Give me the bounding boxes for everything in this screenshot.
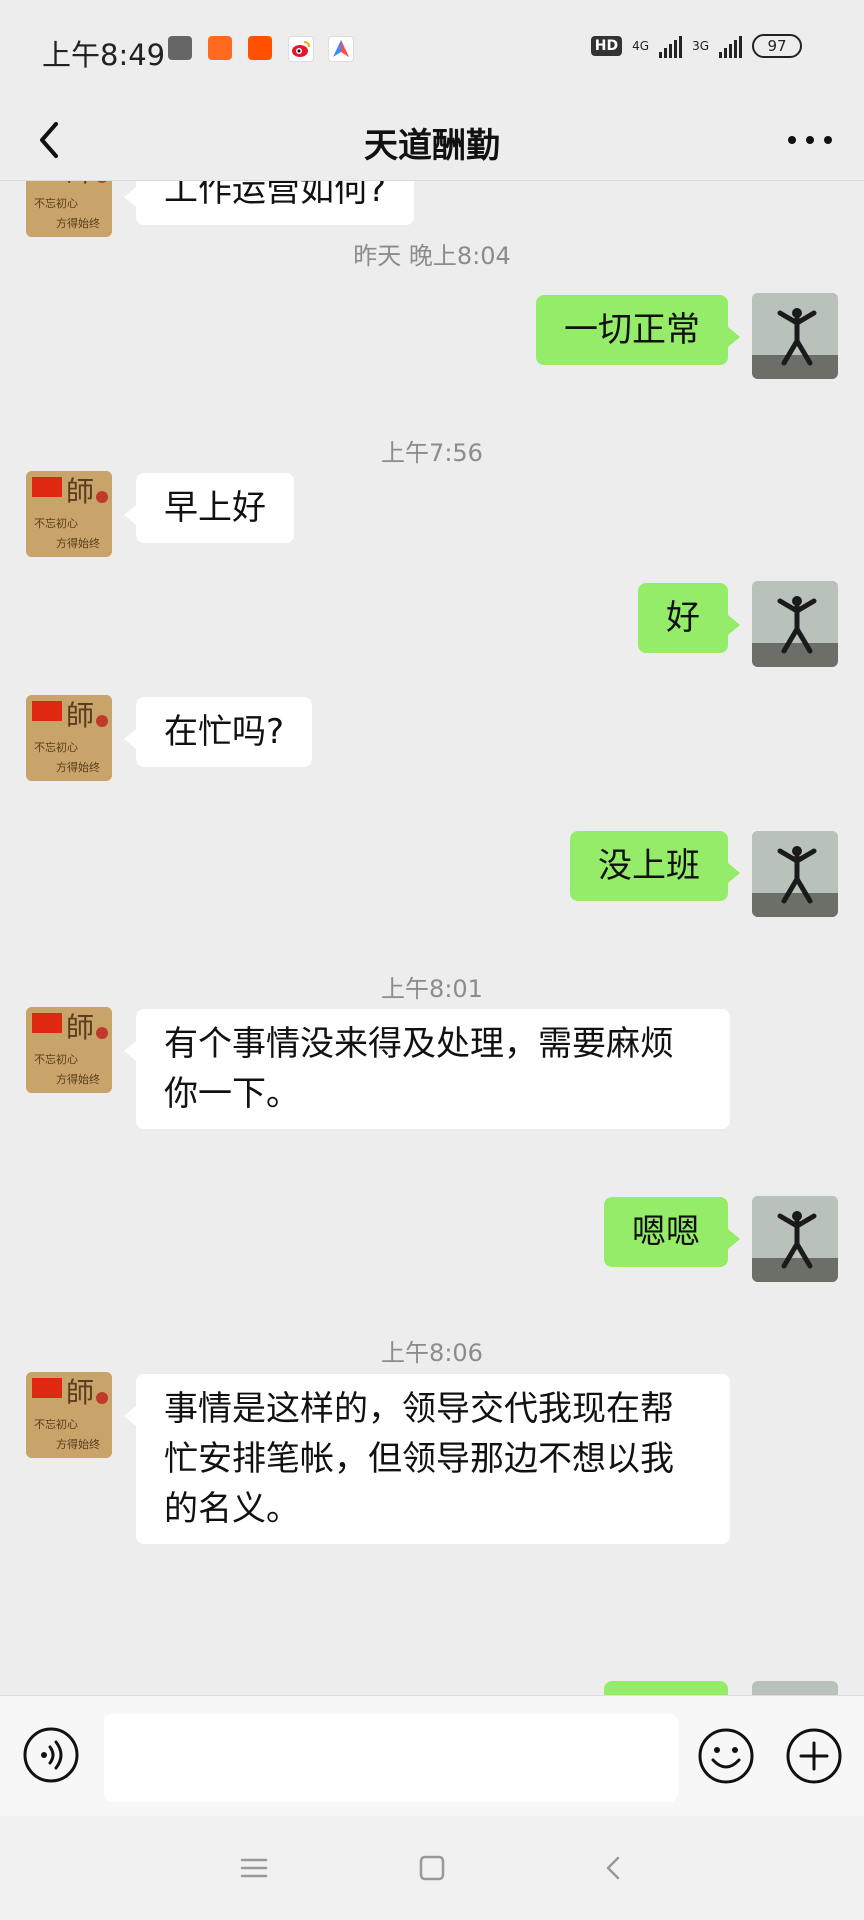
signal-bars-icon	[659, 34, 683, 58]
timestamp: 上午7:56	[381, 439, 483, 467]
my-avatar[interactable]	[752, 581, 838, 667]
voice-icon	[23, 1727, 79, 1783]
svg-text:師: 師	[66, 699, 94, 732]
message-bubble-incoming[interactable]: 在忙吗?	[123, 697, 313, 767]
my-avatar[interactable]	[752, 293, 838, 379]
contact-avatar[interactable]: 師不忘初心方得始终	[26, 1372, 112, 1458]
timestamp: 昨天 晚上8:04	[353, 242, 511, 270]
emoji-icon	[698, 1728, 754, 1784]
hd-badge: HD	[590, 36, 623, 56]
my-avatar-partial[interactable]	[752, 1681, 838, 1695]
svg-text:方得始终: 方得始终	[56, 1437, 100, 1451]
message-bubble-outgoing[interactable]: 好	[638, 583, 740, 653]
home-icon[interactable]	[414, 1850, 450, 1886]
svg-text:師: 師	[66, 181, 94, 188]
svg-text:方得始终: 方得始终	[56, 760, 100, 774]
message-bubble-outgoing-partial[interactable]	[604, 1681, 728, 1695]
contact-avatar[interactable]: 師不忘初心方得始终	[26, 1007, 112, 1093]
chat-header: 天道酬勤	[0, 100, 864, 181]
back-nav-icon[interactable]	[596, 1850, 632, 1886]
battery-indicator: 97	[752, 34, 802, 58]
system-navigation-bar	[0, 1816, 864, 1920]
svg-text:師: 師	[66, 1376, 94, 1409]
message-bubble-outgoing[interactable]: 一切正常	[536, 295, 740, 365]
mi-icon	[208, 36, 232, 60]
svg-text:方得始终: 方得始终	[56, 216, 100, 230]
timestamp: 上午8:06	[381, 1339, 483, 1367]
more-options-button[interactable]	[780, 110, 840, 170]
message-bubble-incoming[interactable]: 工作运营如何?	[123, 181, 415, 225]
message-bubble-incoming[interactable]: 事情是这样的，领导交代我现在帮忙安排笔帐，但领导那边不想以我的名义。	[124, 1374, 730, 1544]
contact-avatar[interactable]: 師不忘初心方得始终	[26, 181, 112, 237]
svg-text:不忘初心: 不忘初心	[34, 196, 78, 210]
svg-text:師: 師	[66, 1011, 94, 1044]
svg-text:師: 師	[66, 475, 94, 508]
message-text-input[interactable]	[104, 1714, 678, 1802]
plus-icon	[786, 1728, 842, 1784]
my-avatar[interactable]	[752, 1196, 838, 1282]
signal-label-2: 3G	[692, 39, 709, 53]
svg-text:不忘初心: 不忘初心	[34, 740, 78, 754]
page-title: 天道酬勤	[364, 126, 500, 166]
menu-icon[interactable]	[236, 1850, 272, 1886]
weibo-icon	[288, 36, 314, 62]
svg-text:方得始终: 方得始终	[56, 1072, 100, 1086]
emoji-button[interactable]	[696, 1726, 756, 1786]
signal-bars-icon-2	[719, 34, 742, 58]
svg-text:不忘初心: 不忘初心	[34, 516, 78, 530]
wechat-sync-icon	[168, 36, 192, 60]
message-bubble-outgoing[interactable]: 嗯嗯	[604, 1197, 740, 1267]
message-input-bar	[0, 1695, 864, 1816]
message-bubble-incoming[interactable]: 早上好	[124, 473, 294, 543]
voice-input-button[interactable]	[22, 1726, 80, 1784]
taobao-icon	[248, 36, 272, 60]
contact-avatar[interactable]: 師不忘初心方得始终	[26, 695, 112, 781]
status-bar: 上午8:49 HD 4G 3G 97	[0, 0, 864, 100]
message-bubble-outgoing[interactable]: 没上班	[570, 831, 740, 901]
signal-label-1: 4G	[632, 39, 650, 53]
svg-text:不忘初心: 不忘初心	[34, 1417, 78, 1431]
message-bubble-incoming[interactable]: 有个事情没来得及处理，需要麻烦你一下。	[124, 1009, 730, 1129]
chat-message-list[interactable]: 師不忘初心方得始终 工作运营如何? 昨天 晚上8:04 一切正常 上午7:56 …	[0, 181, 864, 1695]
maps-icon	[328, 36, 354, 62]
more-dots-icon	[788, 136, 832, 144]
timestamp: 上午8:01	[381, 975, 483, 1003]
contact-avatar[interactable]: 師不忘初心方得始终	[26, 471, 112, 557]
svg-text:方得始终: 方得始终	[56, 536, 100, 550]
my-avatar[interactable]	[752, 831, 838, 917]
status-time: 上午8:49	[42, 38, 166, 72]
svg-text:不忘初心: 不忘初心	[34, 1052, 78, 1066]
more-functions-button[interactable]	[784, 1726, 844, 1786]
